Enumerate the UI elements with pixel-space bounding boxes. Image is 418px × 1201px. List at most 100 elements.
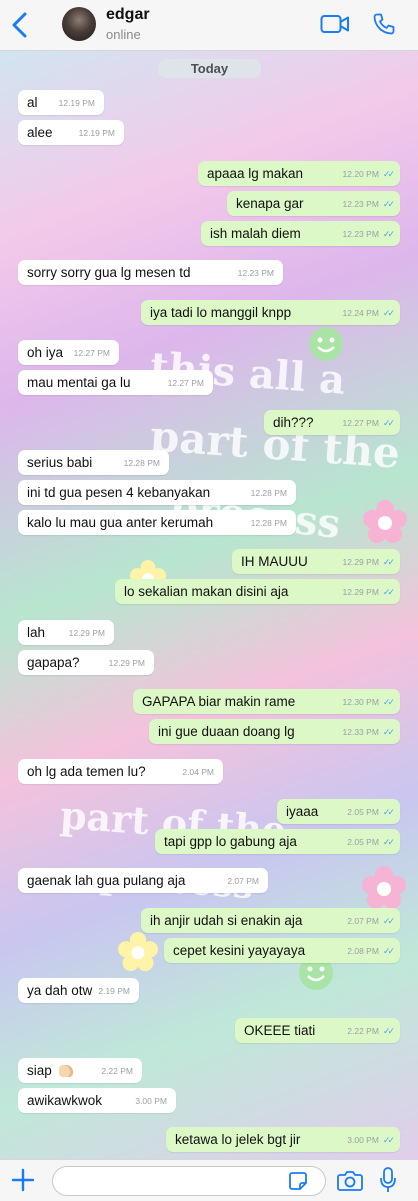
message-text: ih anjir udah si enakin aja bbox=[150, 913, 303, 928]
message-text: iyaaa bbox=[286, 804, 319, 819]
message-outgoing[interactable]: cepet kesini yayayaya 2.08 PM ✓✓ bbox=[164, 938, 400, 963]
message-text: ya dah otw bbox=[27, 983, 93, 998]
message-text: oh iya bbox=[27, 345, 64, 360]
message-time: 2.22 PM bbox=[101, 1066, 133, 1076]
message-outgoing[interactable]: tapi gpp lo gabung aja 2.05 PM ✓✓ bbox=[155, 829, 400, 854]
message-time: 12.23 PM bbox=[342, 199, 379, 209]
chat-header: edgar online bbox=[0, 0, 418, 51]
message-text: GAPAPA biar makin rame bbox=[142, 694, 296, 709]
message-time: 2.05 PM bbox=[347, 837, 379, 847]
message-incoming[interactable]: awikawkwok 3.00 PM bbox=[18, 1088, 176, 1113]
message-time: 12.29 PM bbox=[342, 587, 379, 597]
contact-name[interactable]: edgar bbox=[106, 6, 150, 24]
message-outgoing[interactable]: apaaa lg makan 12.20 PM ✓✓ bbox=[198, 161, 400, 186]
message-outgoing[interactable]: OKEEE tiati 2.22 PM ✓✓ bbox=[235, 1018, 400, 1043]
message-time: 12.28 PM bbox=[250, 518, 287, 528]
message-text: ketawa lo jelek bgt jir bbox=[175, 1132, 301, 1147]
message-incoming[interactable]: ini td gua pesen 4 kebanyakan 12.28 PM bbox=[18, 480, 296, 505]
message-outgoing[interactable]: GAPAPA biar makin rame 12.30 PM ✓✓ bbox=[133, 689, 400, 714]
message-incoming[interactable]: lah 12.29 PM bbox=[18, 620, 114, 645]
message-text: sorry sorry gua lg mesen td bbox=[27, 265, 191, 280]
message-outgoing[interactable]: kenapa gar 12.23 PM ✓✓ bbox=[227, 191, 400, 216]
read-checkmark-icon: ✓✓ bbox=[382, 807, 395, 817]
message-incoming[interactable]: alee 12.19 PM bbox=[18, 120, 124, 145]
message-time: 3.00 PM bbox=[347, 1135, 379, 1145]
avatar[interactable] bbox=[62, 7, 96, 41]
message-incoming[interactable]: siap 2.22 PM bbox=[18, 1058, 142, 1083]
message-incoming[interactable]: gapapa? 12.29 PM bbox=[18, 650, 154, 675]
message-text: serius babi bbox=[27, 455, 93, 470]
message-incoming[interactable]: mau mentai ga lu 12.27 PM bbox=[18, 370, 213, 395]
message-outgoing[interactable]: IH MAUUU 12.29 PM ✓✓ bbox=[232, 549, 400, 574]
message-time: 2.19 PM bbox=[98, 986, 130, 996]
message-incoming[interactable]: gaenak lah gua pulang aja 2.07 PM bbox=[18, 868, 268, 893]
flower-decoration bbox=[363, 500, 407, 543]
message-time: 3.00 PM bbox=[135, 1096, 167, 1106]
message-outgoing[interactable]: iya tadi lo manggil knpp 12.24 PM ✓✓ bbox=[141, 300, 400, 325]
message-outgoing[interactable]: lo sekalian makan disini aja 12.29 PM ✓✓ bbox=[115, 579, 400, 604]
message-text: gaenak lah gua pulang aja bbox=[27, 873, 186, 888]
message-text: iya tadi lo manggil knpp bbox=[150, 305, 292, 320]
message-time: 12.23 PM bbox=[342, 229, 379, 239]
message-time: 2.07 PM bbox=[347, 916, 379, 926]
message-time: 12.23 PM bbox=[237, 268, 274, 278]
thumbs-up-emoji-icon bbox=[58, 1065, 73, 1078]
read-checkmark-icon: ✓✓ bbox=[382, 587, 395, 597]
message-time: 12.29 PM bbox=[342, 557, 379, 567]
message-text: IH MAUUU bbox=[241, 554, 308, 569]
message-text: al bbox=[27, 95, 38, 110]
message-text: OKEEE tiati bbox=[244, 1023, 316, 1038]
message-time: 2.08 PM bbox=[347, 946, 379, 956]
message-time: 2.04 PM bbox=[182, 767, 214, 777]
video-call-icon[interactable] bbox=[320, 13, 350, 35]
message-text: lah bbox=[27, 625, 46, 640]
read-checkmark-icon: ✓✓ bbox=[382, 557, 395, 567]
message-time: 12.29 PM bbox=[108, 658, 145, 668]
message-incoming[interactable]: oh lg ada temen lu? 2.04 PM bbox=[18, 759, 223, 784]
read-checkmark-icon: ✓✓ bbox=[382, 697, 395, 707]
message-outgoing[interactable]: ish malah diem 12.23 PM ✓✓ bbox=[201, 221, 400, 246]
message-text: siap bbox=[27, 1063, 52, 1078]
back-chevron-icon[interactable] bbox=[8, 10, 32, 40]
read-checkmark-icon: ✓✓ bbox=[382, 1026, 395, 1036]
message-text: dih??? bbox=[273, 415, 314, 430]
message-text: cepet kesini yayayaya bbox=[173, 943, 306, 958]
message-time: 12.27 PM bbox=[73, 348, 110, 358]
message-time: 12.24 PM bbox=[342, 308, 379, 318]
message-outgoing[interactable]: dih??? 12.27 PM ✓✓ bbox=[264, 410, 400, 435]
message-time: 2.07 PM bbox=[227, 876, 259, 886]
message-text: gapapa? bbox=[27, 655, 80, 670]
message-time: 12.19 PM bbox=[78, 128, 115, 138]
message-outgoing[interactable]: ketawa lo jelek bgt jir 3.00 PM ✓✓ bbox=[166, 1127, 400, 1152]
message-text: kenapa gar bbox=[236, 196, 304, 211]
message-input[interactable] bbox=[52, 1166, 326, 1196]
message-time: 12.30 PM bbox=[342, 697, 379, 707]
camera-icon[interactable] bbox=[337, 1169, 363, 1191]
message-time: 12.28 PM bbox=[123, 458, 160, 468]
message-incoming[interactable]: ya dah otw 2.19 PM bbox=[18, 978, 139, 1003]
message-time: 12.20 PM bbox=[342, 169, 379, 179]
message-outgoing[interactable]: iyaaa 2.05 PM ✓✓ bbox=[277, 799, 400, 824]
plus-icon[interactable] bbox=[10, 1167, 36, 1193]
message-incoming[interactable]: serius babi 12.28 PM bbox=[18, 450, 169, 475]
message-text: oh lg ada temen lu? bbox=[27, 764, 146, 779]
message-incoming[interactable]: sorry sorry gua lg mesen td 12.23 PM bbox=[18, 260, 283, 285]
message-time: 12.19 PM bbox=[58, 98, 95, 108]
flower-decoration bbox=[362, 866, 406, 909]
read-checkmark-icon: ✓✓ bbox=[382, 199, 395, 209]
microphone-icon[interactable] bbox=[380, 1167, 396, 1193]
message-incoming[interactable]: kalo lu mau gua anter kerumah 12.28 PM bbox=[18, 510, 296, 535]
message-incoming[interactable]: al 12.19 PM bbox=[18, 90, 104, 115]
message-outgoing[interactable]: ini gue duaan doang lg 12.33 PM ✓✓ bbox=[149, 719, 400, 744]
phone-call-icon[interactable] bbox=[372, 12, 396, 36]
message-text: apaaa lg makan bbox=[207, 166, 304, 181]
message-text: awikawkwok bbox=[27, 1093, 103, 1108]
date-separator: Today bbox=[158, 59, 261, 78]
message-text: tapi gpp lo gabung aja bbox=[164, 834, 297, 849]
message-incoming[interactable]: oh iya 12.27 PM bbox=[18, 340, 119, 365]
sticker-icon[interactable] bbox=[288, 1171, 308, 1191]
message-outgoing[interactable]: ih anjir udah si enakin aja 2.07 PM ✓✓ bbox=[141, 908, 400, 933]
message-time: 12.27 PM bbox=[167, 378, 204, 388]
contact-status: online bbox=[106, 27, 141, 42]
flower-decoration bbox=[118, 932, 158, 972]
